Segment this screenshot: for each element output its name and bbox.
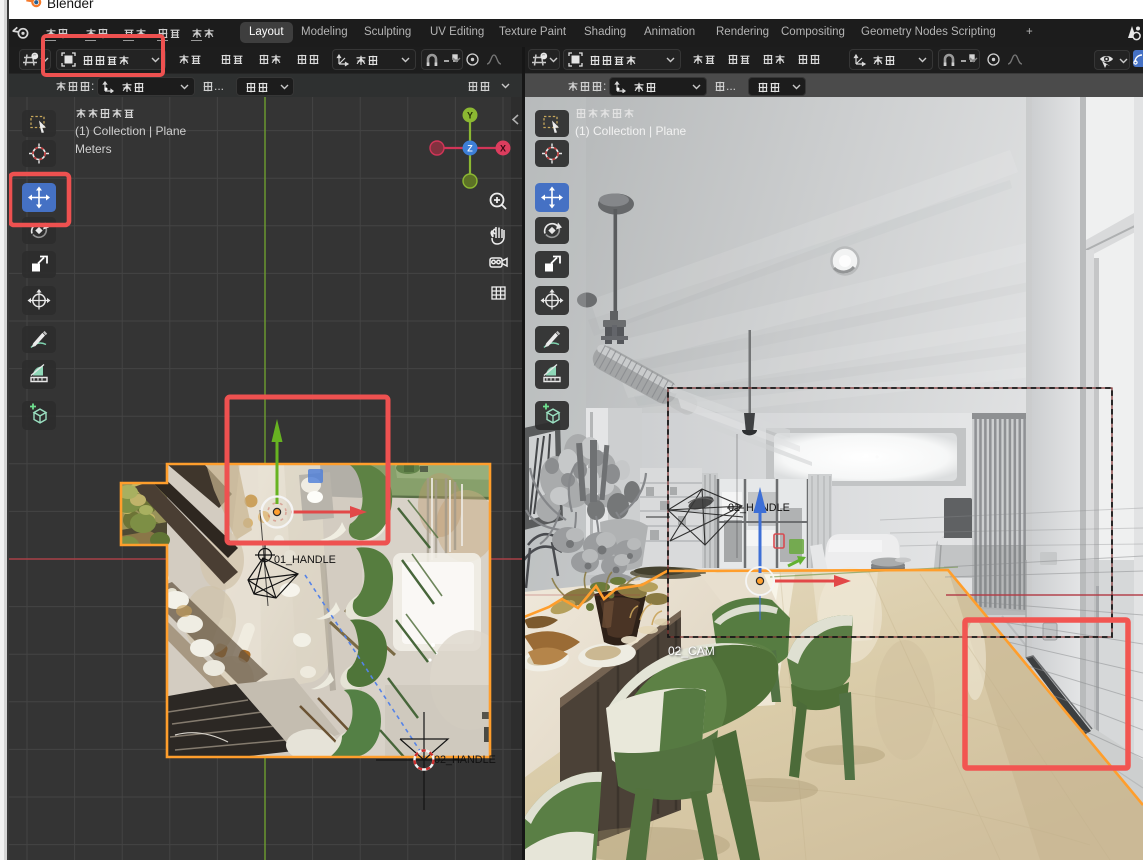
svg-text:01_HANDLE: 01_HANDLE [274, 554, 336, 566]
svg-text:02_CAM: 02_CAM [668, 644, 715, 658]
svg-text:(1) Collection | Plane: (1) Collection | Plane [75, 124, 186, 138]
svg-text:Z: Z [467, 144, 473, 154]
svg-text:Y: Y [467, 111, 473, 121]
svg-text:X: X [500, 144, 506, 154]
svg-text:Meters: Meters [75, 142, 112, 156]
svg-text:02_HANDLE: 02_HANDLE [434, 754, 496, 766]
svg-text:(1) Collection | Plane: (1) Collection | Plane [575, 124, 686, 138]
